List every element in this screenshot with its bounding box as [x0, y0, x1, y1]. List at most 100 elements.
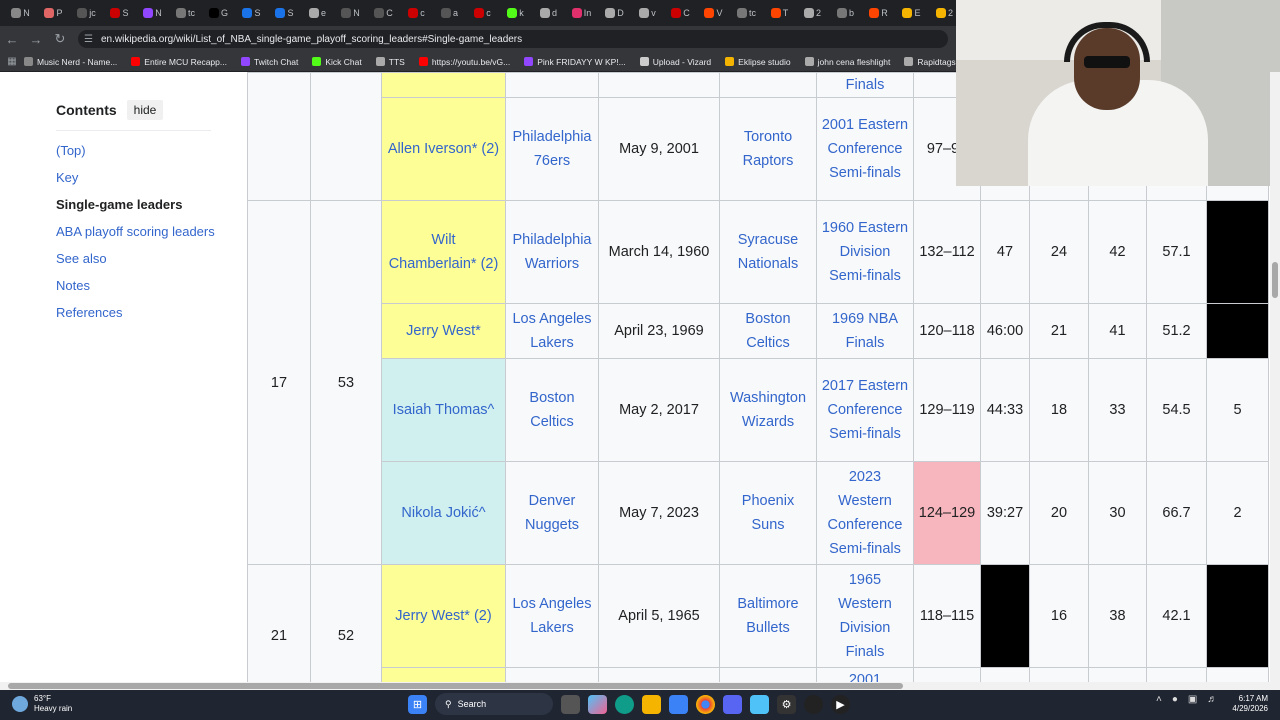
series-link[interactable]: Finals — [816, 72, 914, 98]
forward-icon[interactable]: → — [24, 27, 48, 51]
browser-tab[interactable]: a — [433, 3, 466, 23]
team-link[interactable]: Philadelphia 76ers — [505, 97, 599, 201]
bookmark-item[interactable]: Entire MCU Recapp... — [131, 57, 227, 67]
task-view-icon[interactable] — [561, 694, 580, 714]
toc-item[interactable]: (Top) — [56, 143, 226, 158]
file-explorer-icon[interactable] — [642, 694, 661, 714]
browser-tab[interactable]: 2 — [796, 3, 829, 23]
horizontal-scroll-thumb[interactable] — [8, 683, 903, 689]
browser-tab[interactable]: P — [37, 3, 70, 23]
browser-tab[interactable]: N — [334, 3, 367, 23]
browser-tab[interactable]: R — [862, 3, 895, 23]
toc-item[interactable]: References — [56, 305, 226, 320]
player-link[interactable]: Allen Iverson* (2) — [381, 97, 506, 201]
browser-tab[interactable]: v — [631, 3, 664, 23]
series-link[interactable]: 1960 Eastern Division Semi-finals — [816, 200, 914, 304]
bookmark-item[interactable]: Music Nerd - Name... — [24, 57, 117, 67]
store-icon[interactable] — [669, 694, 688, 714]
team-link[interactable]: Boston Celtics — [505, 358, 599, 462]
horizontal-scrollbar[interactable] — [0, 682, 1280, 690]
obs-icon[interactable] — [804, 694, 823, 714]
browser-tab[interactable]: G — [202, 3, 235, 23]
toc-item[interactable]: Notes — [56, 278, 226, 293]
team-link[interactable]: Denver Nuggets — [505, 461, 599, 565]
display-icon[interactable]: ▣ — [1188, 694, 1197, 705]
weather-widget[interactable]: 63°F Heavy rain — [12, 694, 72, 714]
chrome-icon[interactable] — [696, 694, 715, 714]
team-link[interactable]: Los Angeles Lakers — [505, 303, 599, 359]
bookmark-item[interactable]: Kick Chat — [312, 57, 362, 67]
url-field[interactable]: ☰ en.wikipedia.org/wiki/List_of_NBA_sing… — [78, 30, 948, 48]
browser-tab[interactable]: C — [664, 3, 697, 23]
discord-icon[interactable] — [723, 694, 742, 714]
media-player-icon[interactable]: ▶ — [831, 694, 850, 714]
browser-tab[interactable]: b — [829, 3, 862, 23]
browser-tab[interactable]: c — [466, 3, 499, 23]
browser-tab[interactable]: k — [499, 3, 532, 23]
reload-icon[interactable]: ↻ — [48, 27, 72, 51]
team-link[interactable]: Los Angeles Lakers — [505, 564, 599, 668]
edge-icon[interactable] — [615, 694, 634, 714]
browser-tab[interactable]: S — [235, 3, 268, 23]
series-link[interactable]: 2001 Eastern Conference Semi-finals — [816, 97, 914, 201]
bookmark-item[interactable]: TTS — [375, 57, 405, 67]
toc-item[interactable]: ABA playoff scoring leaders — [56, 224, 226, 239]
browser-tab[interactable]: tc — [169, 3, 202, 23]
bookmark-item[interactable]: Pink FRIDAYY W KP!... — [524, 57, 626, 67]
bookmark-item[interactable]: Twitch Chat — [240, 57, 298, 67]
browser-tab[interactable]: S — [103, 3, 136, 23]
browser-tab[interactable]: d — [532, 3, 565, 23]
apps-grid-icon[interactable]: ▦ — [0, 50, 24, 74]
browser-tab[interactable]: T — [763, 3, 796, 23]
browser-tab[interactable]: N — [136, 3, 169, 23]
bookmark-item[interactable]: Eklipse studio — [725, 57, 791, 67]
clock[interactable]: 6:17 AM 4/29/2026 — [1230, 694, 1268, 714]
opponent-link[interactable]: Toronto Raptors — [719, 97, 817, 201]
opponent-link[interactable]: Washington Wizards — [719, 358, 817, 462]
opponent-link[interactable]: Baltimore Bullets — [719, 564, 817, 668]
browser-tab[interactable]: jc — [70, 3, 103, 23]
player-link[interactable]: Wilt Chamberlain* (2) — [381, 200, 506, 304]
browser-tab[interactable]: tc — [730, 3, 763, 23]
series-link[interactable]: 2017 Eastern Conference Semi-finals — [816, 358, 914, 462]
series-link[interactable]: 2001 — [816, 667, 914, 682]
team-link[interactable]: Philadelphia Warriors — [505, 200, 599, 304]
volume-icon[interactable]: ♬ — [1207, 694, 1217, 705]
browser-tab[interactable]: In — [565, 3, 598, 23]
copilot-icon[interactable] — [588, 694, 607, 714]
browser-tab[interactable]: S — [268, 3, 301, 23]
toc-item[interactable]: See also — [56, 251, 226, 266]
opponent-link[interactable]: Syracuse Nationals — [719, 200, 817, 304]
vertical-scroll-thumb[interactable] — [1272, 262, 1278, 298]
player-link[interactable]: Isaiah Thomas^ — [381, 358, 506, 462]
series-link[interactable]: 1965 Western Division Finals — [816, 564, 914, 668]
browser-tab[interactable]: V — [697, 3, 730, 23]
browser-tab[interactable]: C — [367, 3, 400, 23]
back-icon[interactable]: ← — [0, 27, 24, 51]
browser-tab[interactable]: D — [598, 3, 631, 23]
bookmark-item[interactable]: john cena fleshlight — [804, 57, 890, 67]
series-link[interactable]: 1969 NBA Finals — [816, 303, 914, 359]
opponent-link[interactable]: Phoenix Suns — [719, 461, 817, 565]
microphone-icon[interactable]: ● — [1172, 694, 1178, 705]
browser-tab[interactable]: N — [4, 3, 37, 23]
browser-tab[interactable]: e — [301, 3, 334, 23]
browser-tab[interactable]: c — [400, 3, 433, 23]
bookmark-item[interactable]: https://youtu.be/vG... — [418, 57, 510, 67]
player-link[interactable]: Jerry West* (2) — [381, 564, 506, 668]
toc-hide-button[interactable]: hide — [126, 100, 164, 120]
chevron-up-icon[interactable]: ˄ — [1156, 694, 1162, 705]
start-icon[interactable]: ⊞ — [408, 694, 427, 714]
toc-item[interactable]: Single-game leaders — [56, 197, 226, 212]
opponent-link[interactable]: Boston Celtics — [719, 303, 817, 359]
bookmark-item[interactable]: Upload - Vizard — [639, 57, 711, 67]
player-link[interactable]: Nikola Jokić^ — [381, 461, 506, 565]
toc-item[interactable]: Key — [56, 170, 226, 185]
notepad-icon[interactable] — [750, 694, 769, 714]
settings-icon[interactable]: ⚙ — [777, 694, 796, 714]
taskbar-search[interactable]: ⚲ Search — [435, 693, 553, 715]
series-link[interactable]: 2023 Western Conference Semi-finals — [816, 461, 914, 565]
vertical-scrollbar[interactable] — [1270, 72, 1280, 682]
player-link[interactable]: Jerry West* — [381, 303, 506, 359]
site-info-icon[interactable]: ☰ — [84, 34, 93, 45]
